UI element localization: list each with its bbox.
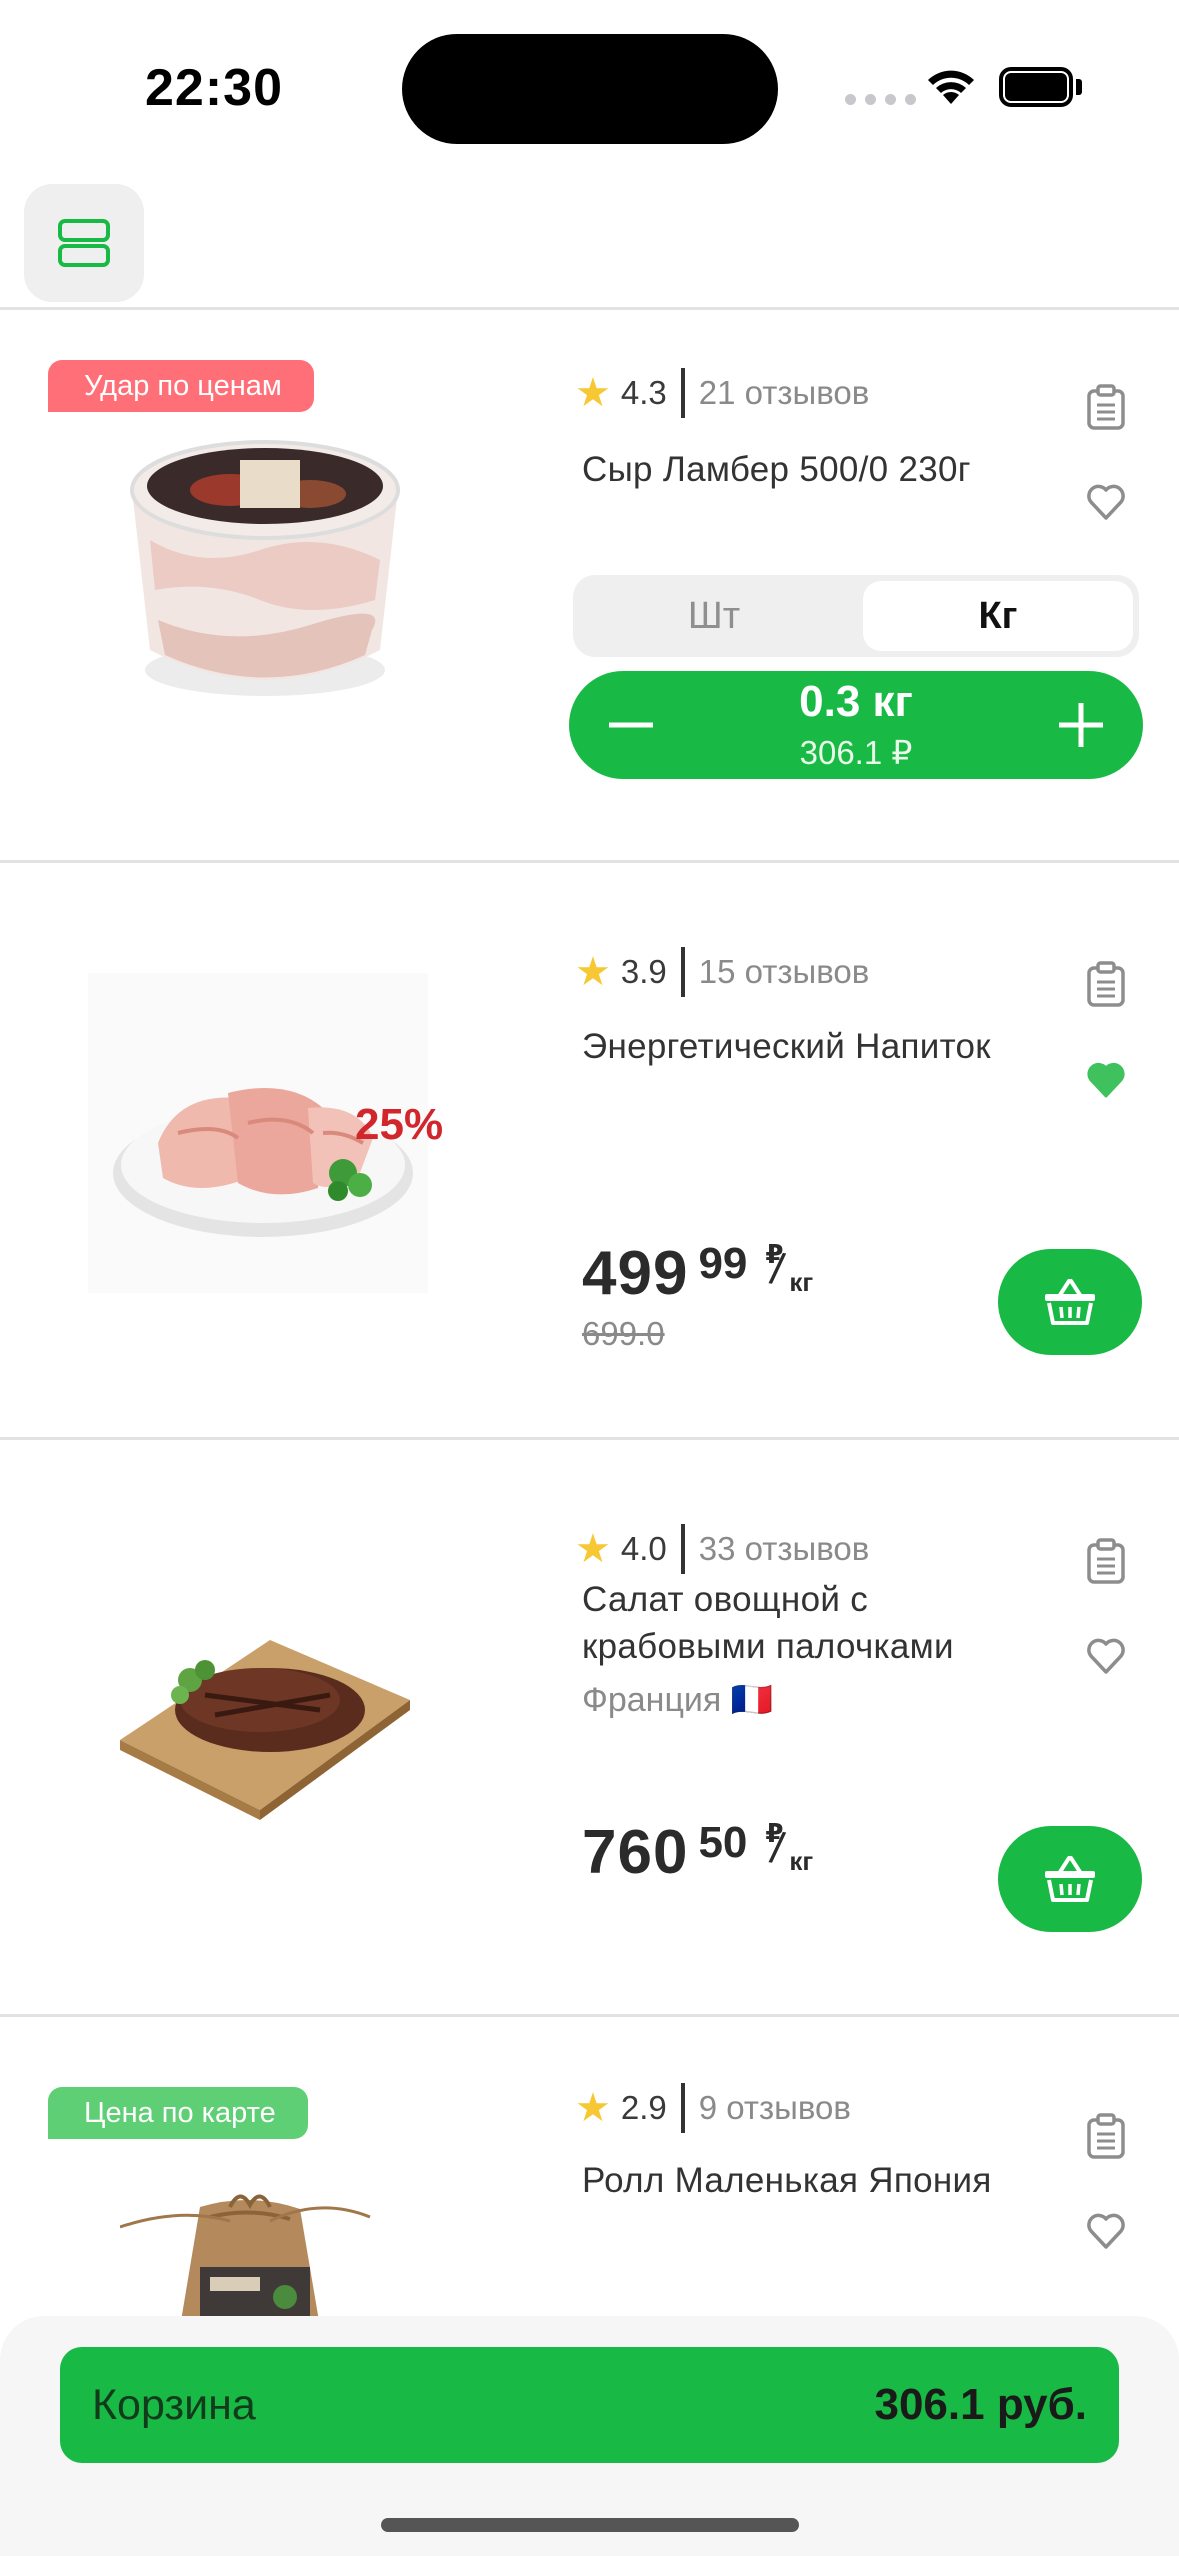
rating-value: 2.9 [620, 2089, 667, 2126]
clipboard-icon[interactable] [1086, 384, 1126, 430]
reviews-link[interactable]: 15 отзывов [699, 953, 870, 991]
battery-icon [999, 67, 1073, 107]
product-image[interactable] [110, 1600, 420, 1820]
wifi-icon [928, 70, 974, 104]
product-rating: ★ 4.0 33 отзывов [575, 1524, 869, 1574]
cart-total: 306.1 руб. [874, 2380, 1087, 2429]
product-card[interactable]: ★ 4.0 33 отзывов Салат овощной с крабовы… [0, 1440, 1179, 2014]
status-bar: 22:30 [0, 0, 1179, 170]
heart-filled-icon[interactable] [1086, 1056, 1126, 1102]
price-fraction: 50 [698, 1818, 748, 1867]
reviews-link[interactable]: 21 отзывов [699, 374, 870, 412]
clipboard-icon[interactable] [1086, 1538, 1126, 1584]
clipboard-icon[interactable] [1086, 2113, 1126, 2159]
home-indicator[interactable] [381, 2518, 799, 2532]
product-title[interactable]: Ролл Маленькая Япония [582, 2157, 1042, 2204]
product-price: 499 99 ₽ / кг [582, 1239, 821, 1309]
price-integer: 760 [582, 1818, 689, 1887]
layout-toggle-button[interactable] [24, 184, 144, 302]
basket-icon [1045, 1279, 1095, 1325]
product-card[interactable]: Цена по карте ★ 2.9 9 отзывов Ролл Мален… [0, 2017, 1179, 2327]
promo-badge: Цена по карте [48, 2087, 308, 2139]
cart-button[interactable]: Корзина 306.1 руб. [60, 2347, 1119, 2463]
dynamic-island [402, 34, 778, 144]
product-title[interactable]: Сыр Ламбер 500/0 230г [582, 446, 1042, 493]
rating-value: 4.0 [620, 1530, 667, 1567]
discount-label: 25% [355, 1100, 444, 1149]
status-time: 22:30 [145, 59, 283, 117]
product-rating: ★ 4.3 21 отзывов [575, 368, 869, 418]
price-fraction: 99 [698, 1239, 748, 1288]
product-image[interactable] [110, 420, 420, 710]
rating-value: 4.3 [620, 374, 667, 411]
reviews-link[interactable]: 33 отзывов [699, 1530, 870, 1568]
price-integer: 499 [582, 1239, 689, 1308]
star-icon: ★ [575, 1527, 611, 1571]
cellular-signal-icon [845, 94, 916, 105]
product-card[interactable]: 25% ★ 3.9 15 отзывов Энергетический Напи… [0, 863, 1179, 1437]
basket-icon [1045, 1856, 1095, 1902]
star-icon: ★ [575, 371, 611, 415]
product-rating: ★ 2.9 9 отзывов [575, 2083, 851, 2133]
list-layout-icon [58, 219, 110, 267]
unit-switch[interactable]: Шт Кг [573, 575, 1139, 657]
price-unit: ₽ / кг [765, 1818, 814, 1876]
heart-icon[interactable] [1086, 2207, 1126, 2253]
product-image[interactable] [120, 2187, 380, 2327]
unit-option-pcs[interactable]: Шт [579, 581, 849, 651]
old-price: 699.0 [582, 1315, 665, 1352]
product-price: 760 50 ₽ / кг [582, 1818, 821, 1888]
plus-icon [1059, 703, 1103, 747]
heart-icon[interactable] [1086, 1632, 1126, 1678]
unit-option-kg[interactable]: Кг [863, 581, 1133, 651]
reviews-link[interactable]: 9 отзывов [699, 2089, 851, 2127]
product-title[interactable]: Энергетический Напиток [582, 1023, 1042, 1070]
promo-badge: Удар по ценам [48, 360, 314, 412]
product-card[interactable]: Удар по ценам ★ 4.3 21 отзывов Сыр Ламбе… [0, 310, 1179, 860]
star-icon: ★ [575, 950, 611, 994]
product-rating: ★ 3.9 15 отзывов [575, 947, 869, 997]
add-to-cart-button[interactable] [998, 1249, 1142, 1355]
cart-label: Корзина [92, 2380, 256, 2429]
rating-value: 3.9 [620, 953, 667, 990]
price-unit: ₽ / кг [765, 1239, 814, 1297]
quantity-stepper[interactable]: 0.3 кг 306.1 ₽ [569, 671, 1143, 779]
battery-tip [1076, 79, 1082, 95]
star-icon: ★ [575, 2086, 611, 2130]
increase-button[interactable] [1041, 685, 1121, 765]
heart-icon[interactable] [1086, 478, 1126, 524]
clipboard-icon[interactable] [1086, 961, 1126, 1007]
product-origin: Франция 🇫🇷 [582, 1681, 774, 1719]
product-title[interactable]: Салат овощной с крабовыми палочками [582, 1576, 1042, 1670]
add-to-cart-button[interactable] [998, 1826, 1142, 1932]
